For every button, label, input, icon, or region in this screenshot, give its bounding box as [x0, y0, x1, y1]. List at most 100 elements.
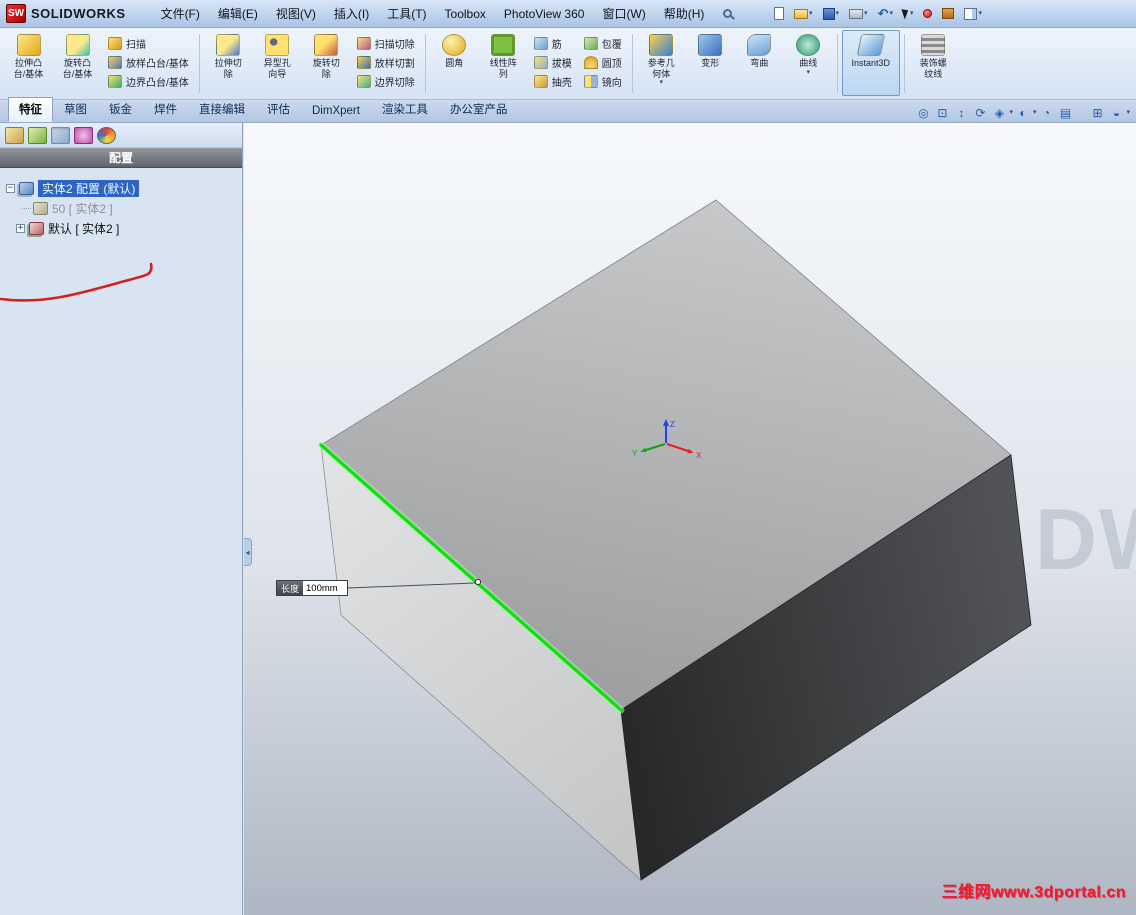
menu-window[interactable]: 窗口(W)	[593, 1, 654, 26]
tree-row-default-config: + 默认 [ 实体2 ]	[0, 218, 242, 238]
cosmetic-thread-button[interactable]: 装饰螺 纹线	[909, 30, 958, 96]
revolved-cut-button[interactable]: 旋转切 除	[302, 30, 351, 96]
expand-icon[interactable]: +	[16, 223, 25, 233]
revolved-boss-base-button[interactable]: 旋转凸 台/基体	[53, 30, 102, 96]
curves-button[interactable]: 曲线 ▾	[784, 30, 833, 96]
displaymanager-tab[interactable]	[97, 126, 116, 144]
new-document-icon	[774, 7, 784, 20]
fillet-button[interactable]: 圆角	[430, 30, 479, 96]
propertymanager-tab[interactable]	[28, 126, 47, 144]
menu-tools[interactable]: 工具(T)	[378, 1, 435, 26]
tab-sheet-metal[interactable]: 钣金	[98, 97, 143, 122]
dimxpertmanager-tab[interactable]	[74, 126, 93, 144]
view-orientation-icon[interactable]: ◈	[990, 104, 1008, 121]
swept-cut-icon	[356, 37, 371, 50]
rib-label: 筋	[551, 40, 562, 51]
lofted-cut-button[interactable]: 放样切割	[353, 54, 419, 71]
menu-edit[interactable]: 编辑(E)	[209, 1, 267, 26]
rib-button[interactable]: 筋	[530, 35, 576, 52]
revolved-boss-label: 旋转凸 台/基体	[62, 58, 93, 79]
configurations-header: 配置	[0, 148, 242, 168]
task-pane-button[interactable]: ▾	[960, 5, 986, 23]
hole-wizard-icon	[265, 34, 290, 56]
dimension-attach-point[interactable]	[474, 578, 482, 586]
swept-cut-label: 扫描切除	[374, 40, 415, 51]
apply-scene-icon[interactable]: ▤	[1056, 104, 1074, 121]
help-button[interactable]	[938, 5, 958, 22]
swept-cut-button[interactable]: 扫描切除	[353, 35, 419, 52]
menu-photoview360[interactable]: PhotoView 360	[495, 3, 594, 25]
triad-y-label: Y	[632, 449, 638, 458]
print-button[interactable]: ▾	[845, 6, 872, 22]
record-macro-button[interactable]	[919, 6, 936, 21]
tab-evaluate[interactable]: 评估	[256, 97, 301, 122]
collapse-icon[interactable]: −	[6, 183, 15, 193]
dimension-value-input[interactable]	[303, 581, 348, 595]
curves-icon	[796, 34, 821, 56]
hide-show-items-icon[interactable]: ⊞	[1088, 104, 1106, 121]
flex-button[interactable]: 弯曲	[735, 30, 784, 96]
tab-weldments[interactable]: 焊件	[143, 97, 188, 122]
configurationmanager-tab[interactable]	[51, 126, 70, 144]
boundary-boss-base-button[interactable]: 边界凸台/基体	[104, 73, 193, 90]
tab-dimxpert[interactable]: DimXpert	[301, 101, 371, 122]
mirror-label: 镜向	[601, 78, 622, 89]
boundary-cut-button[interactable]: 边界切除	[353, 73, 419, 90]
zoom-fit-icon[interactable]: ◎	[914, 104, 932, 121]
hole-wizard-button[interactable]: 异型孔 向导	[253, 30, 302, 96]
tab-sketch[interactable]: 草图	[53, 97, 98, 122]
config-default-item[interactable]: 默认 [ 实体2 ]	[48, 220, 119, 237]
instant3d-button[interactable]: Instant3D	[841, 30, 900, 96]
search-icon[interactable]	[723, 9, 733, 18]
extruded-cut-button[interactable]: 拉伸切 除	[204, 30, 253, 96]
extruded-boss-icon	[16, 34, 41, 56]
open-button[interactable]: ▾	[790, 6, 817, 22]
tab-features[interactable]: 特征	[8, 97, 53, 122]
mirror-button[interactable]: 镜向	[580, 73, 626, 90]
cosmetic-thread-label: 装饰螺 纹线	[919, 58, 947, 79]
tab-render-tools[interactable]: 渲染工具	[371, 97, 439, 122]
menu-help[interactable]: 帮助(H)	[655, 1, 714, 26]
featuremanager-tab[interactable]	[5, 126, 24, 144]
panel-splitter-handle[interactable]: ◂	[244, 538, 252, 566]
menu-insert[interactable]: 插入(I)	[325, 1, 378, 26]
tab-office-products[interactable]: 办公室产品	[439, 97, 519, 122]
display-style-icon[interactable]: ◐	[1014, 104, 1032, 121]
tree-row-dimension: 50 [ 实体2 ]	[0, 198, 242, 218]
lofted-boss-base-button[interactable]: 放样凸台/基体	[104, 54, 193, 71]
extruded-boss-label: 拉伸凸 台/基体	[13, 58, 44, 79]
swept-boss-button[interactable]: 扫描	[104, 35, 193, 52]
dome-button[interactable]: 圆顶	[580, 54, 626, 71]
edit-appearance-icon[interactable]: ◔	[1037, 104, 1055, 121]
undo-button[interactable]: ↶ ▾	[874, 5, 897, 23]
fillet-icon	[442, 34, 467, 56]
extruded-cut-icon	[216, 34, 241, 56]
boss-group: 拉伸凸 台/基体 旋转凸 台/基体 扫描 放样凸台/基体 边界凸台/基体	[2, 30, 197, 97]
zoom-area-icon[interactable]: ⊡	[933, 104, 951, 121]
fillet-label: 圆角	[445, 58, 464, 68]
extruded-boss-base-button[interactable]: 拉伸凸 台/基体	[4, 30, 53, 96]
features-small-column-2: 包覆 圆顶 镜向	[578, 30, 628, 90]
instant3d-label: Instant3D	[851, 58, 891, 68]
shell-button[interactable]: 抽壳	[530, 73, 576, 90]
chevron-down-icon: ▾	[835, 10, 840, 17]
reference-geometry-button[interactable]: 参考几 何体 ▾	[637, 30, 686, 96]
config-root-item[interactable]: 实体2 配置 (默认)	[38, 179, 140, 197]
new-document-button[interactable]	[770, 4, 788, 23]
linear-pattern-button[interactable]: 线性阵 列	[479, 30, 528, 96]
draft-button[interactable]: 拔模	[530, 54, 576, 71]
tab-direct-editing[interactable]: 直接编辑	[188, 97, 256, 122]
menu-view[interactable]: 视图(V)	[267, 1, 325, 26]
select-button[interactable]: ▾	[899, 5, 918, 22]
site-watermark: 三维网www.3dportal.cn	[941, 884, 1126, 901]
help-book-icon	[942, 8, 955, 19]
config-dimension-item[interactable]: 50 [ 实体2 ]	[52, 200, 113, 217]
deform-button[interactable]: 变形	[686, 30, 735, 96]
save-button[interactable]: ▾	[819, 5, 844, 23]
wrap-button[interactable]: 包覆	[580, 35, 626, 52]
view-settings-icon[interactable]: ◒	[1107, 104, 1125, 121]
menu-file[interactable]: 文件(F)	[152, 1, 209, 26]
menu-toolbox[interactable]: Toolbox	[436, 3, 495, 25]
rotate-view-icon[interactable]: ⟳	[971, 104, 989, 121]
zoom-in-out-icon[interactable]: ↕	[952, 104, 970, 121]
